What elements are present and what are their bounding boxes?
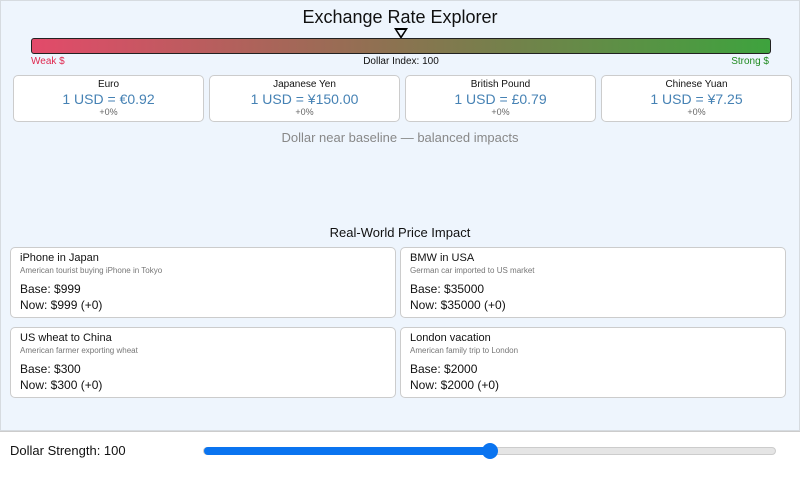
impact-title: US wheat to China [20, 332, 112, 344]
currency-change: +0% [99, 107, 118, 117]
impact-title: BMW in USA [410, 252, 475, 264]
currency-name: Euro [97, 79, 120, 90]
impact-now: Now: $35000 (+0) [410, 298, 506, 312]
dollar-index-label: Dollar Index: 100 [363, 56, 439, 67]
impact-base: Base: $2000 [410, 362, 478, 376]
currency-card-yen: Japanese Yen 1 USD = ¥150.00 +0% [209, 75, 400, 122]
impact-now: Now: $300 (+0) [20, 378, 103, 392]
dollar-strength-gauge [31, 38, 771, 54]
currency-rate: 1 USD = £0.79 [454, 91, 547, 107]
currency-change: +0% [295, 107, 314, 117]
currency-card-pound: British Pound 1 USD = £0.79 +0% [405, 75, 596, 122]
control-bar: Dollar Strength: 100 [0, 431, 800, 482]
slider-fill [204, 447, 490, 455]
currency-card-euro: Euro 1 USD = €0.92 +0% [13, 75, 204, 122]
page-title: Exchange Rate Explorer [302, 7, 498, 27]
currency-rate: 1 USD = €0.92 [62, 91, 155, 107]
impact-card: London vacation American family trip to L… [400, 327, 786, 398]
currency-rate: 1 USD = ¥150.00 [250, 91, 359, 107]
impact-now: Now: $2000 (+0) [410, 378, 500, 392]
impact-base: Base: $300 [20, 362, 81, 376]
currency-rate: 1 USD = ¥7.25 [650, 91, 743, 107]
impact-desc: German car imported to US market [410, 266, 535, 275]
currency-name: Chinese Yuan [665, 79, 728, 90]
impact-base: Base: $35000 [410, 282, 485, 296]
impact-desc: American family trip to London [410, 346, 519, 355]
currency-name: Japanese Yen [273, 79, 336, 90]
strong-label: Strong $ [731, 56, 769, 67]
impact-now: Now: $999 (+0) [20, 298, 103, 312]
status-message: Dollar near baseline — balanced impacts [281, 130, 519, 145]
impact-heading: Real-World Price Impact [329, 225, 471, 240]
slider-thumb[interactable] [481, 443, 498, 459]
dollar-strength-slider[interactable] [203, 443, 776, 459]
impact-card: BMW in USA German car imported to US mark… [400, 247, 786, 318]
impact-desc: American tourist buying iPhone in Tokyo [20, 266, 163, 275]
impact-base: Base: $999 [20, 282, 81, 296]
currency-name: British Pound [470, 79, 531, 90]
impact-title: iPhone in Japan [20, 252, 99, 264]
impact-desc: American farmer exporting wheat [20, 346, 138, 355]
impact-title: London vacation [410, 332, 491, 344]
dollar-strength-label: Dollar Strength: 100 [10, 443, 126, 458]
impact-card: iPhone in Japan American tourist buying i… [10, 247, 396, 318]
currency-card-yuan: Chinese Yuan 1 USD = ¥7.25 +0% [601, 75, 792, 122]
explorer-panel: Exchange Rate Explorer Weak $ Dollar Ind… [0, 0, 800, 431]
impact-card: US wheat to China American farmer exporti… [10, 327, 396, 398]
currency-change: +0% [687, 107, 706, 117]
currency-change: +0% [491, 107, 510, 117]
currency-cards: Euro 1 USD = €0.92 +0% Japanese Yen 1 USD =… [13, 75, 792, 122]
